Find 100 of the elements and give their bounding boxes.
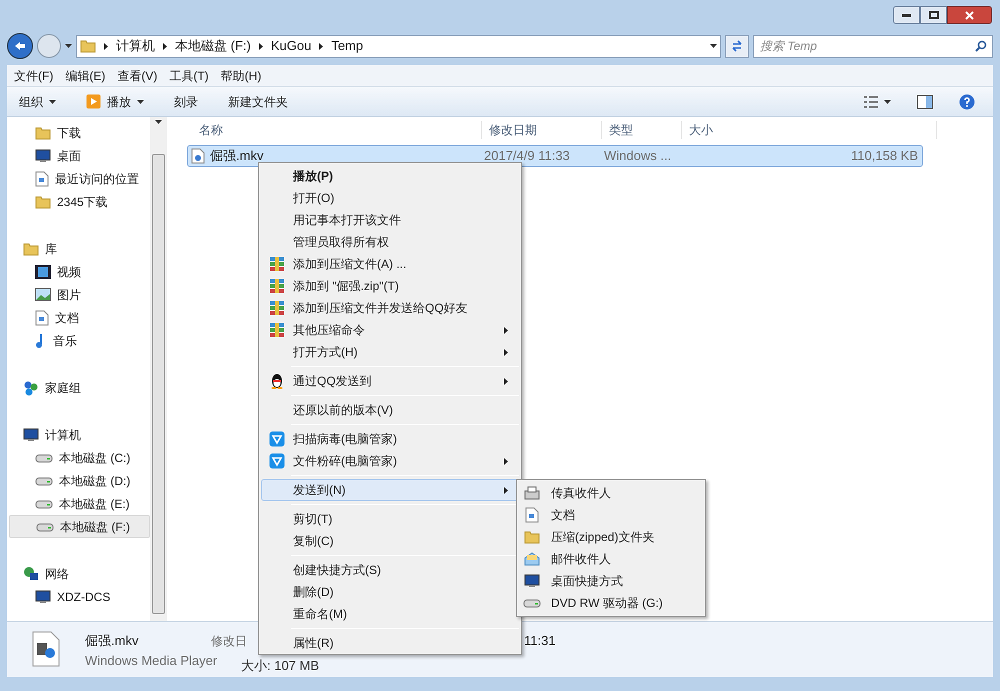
submenu-item[interactable]: DVD RW 驱动器 (G:) <box>517 592 705 614</box>
toolbar-button[interactable]: 刻录 <box>174 92 198 110</box>
shield-icon <box>269 453 285 469</box>
archive-icon <box>269 300 285 316</box>
context-menu-item[interactable]: 删除(D) <box>261 581 519 603</box>
back-button[interactable] <box>7 33 33 59</box>
sidebar-section-header[interactable]: 网络 <box>19 562 150 585</box>
document-icon <box>35 310 49 326</box>
submenu-arrow-icon <box>504 486 508 494</box>
context-menu-item[interactable]: 打开方式(H) <box>261 341 519 363</box>
scrollbar[interactable] <box>150 117 167 621</box>
refresh-button[interactable] <box>725 34 749 58</box>
network-icon <box>23 566 39 582</box>
sidebar-item[interactable]: XDZ-DCS <box>9 585 150 608</box>
sidebar-item[interactable]: 最近访问的位置 <box>9 167 150 190</box>
breadcrumb-arrow-icon <box>104 42 108 50</box>
context-menu-item[interactable]: 扫描病毒(电脑管家) <box>261 428 519 450</box>
submenu-item[interactable]: 邮件收件人 <box>517 548 705 570</box>
submenu-item[interactable]: 桌面快捷方式 <box>517 570 705 592</box>
context-menu-item[interactable]: 其他压缩命令 <box>261 319 519 341</box>
sidebar-item[interactable]: 图片 <box>9 283 150 306</box>
table-cell-text: 2017/4/9 11:33 <box>483 147 571 166</box>
search-field[interactable]: 搜索 Temp <box>753 34 993 58</box>
maximize-button[interactable] <box>920 6 947 24</box>
context-menu-item[interactable]: 还原以前的版本(V) <box>261 399 519 421</box>
sidebar-section-header[interactable]: 计算机 <box>19 423 150 446</box>
sidebar-item[interactable]: 本地磁盘 (C:) <box>9 446 150 469</box>
context-menu-item[interactable]: 用记事本打开该文件 <box>261 209 519 231</box>
submenu-item[interactable]: 压缩(zipped)文件夹 <box>517 526 705 548</box>
folder-icon <box>80 38 96 54</box>
help-icon[interactable] <box>959 94 975 110</box>
search-icon <box>975 40 987 52</box>
column-header[interactable]: 修改日期 <box>482 121 602 139</box>
submenu-arrow-icon <box>504 348 508 356</box>
sidebar-item[interactable]: 本地磁盘 (E:) <box>9 492 150 515</box>
context-menu-item[interactable]: 文件粉碎(电脑管家) <box>261 450 519 472</box>
menu-item[interactable]: 工具(T) <box>164 66 214 84</box>
column-header[interactable]: 名称 <box>192 121 482 139</box>
sidebar-item[interactable]: 本地磁盘 (D:) <box>9 469 150 492</box>
sidebar-item[interactable]: 桌面 <box>9 144 150 167</box>
breadcrumb[interactable]: KuGou <box>270 36 312 56</box>
sidebar-section-header[interactable]: 家庭组 <box>19 376 150 399</box>
refresh-icon <box>731 40 743 52</box>
submenu-arrow-icon <box>504 326 508 334</box>
context-menu-item[interactable]: 添加到 "倔强.zip"(T) <box>261 275 519 297</box>
breadcrumb-arrow-icon <box>258 42 263 50</box>
file-row[interactable]: 倔强.mkv 2017/4/9 11:33 Windows ... 110,158 KB <box>187 145 923 167</box>
context-menu-item[interactable]: 添加到压缩文件并发送给QQ好友 <box>261 297 519 319</box>
context-menu-item[interactable]: 重命名(M) <box>261 603 519 625</box>
sidebar-section-header[interactable]: 库 <box>19 237 150 260</box>
toolbar-button[interactable]: 新建文件夹 <box>228 92 288 110</box>
submenu-item[interactable]: 传真收件人 <box>517 482 705 504</box>
context-menu-item[interactable]: 复制(C) <box>261 530 519 552</box>
view-options-icon[interactable] <box>864 96 878 108</box>
breadcrumb[interactable]: 本地磁盘 (F:) <box>175 36 251 56</box>
file-name: 倔强.mkv <box>210 147 264 166</box>
address-bar[interactable]: 计算机 本地磁盘 (F:) KuGou Temp <box>76 34 721 58</box>
context-menu-item[interactable]: 添加到压缩文件(A) ... <box>261 253 519 275</box>
context-menu-item[interactable]: 打开(O) <box>261 187 519 209</box>
context-menu-item[interactable]: 发送到(N) <box>261 479 519 501</box>
sidebar-item[interactable]: 音乐 <box>9 329 150 352</box>
archive-icon <box>269 322 285 338</box>
toolbar-button[interactable]: 组织 <box>19 92 56 110</box>
menu-item[interactable]: 文件(F) <box>9 66 58 84</box>
menu-item[interactable]: 编辑(E) <box>60 66 110 84</box>
minimize-button[interactable] <box>893 6 920 24</box>
sidebar-item[interactable]: 文档 <box>9 306 150 329</box>
context-menu-item[interactable]: 创建快捷方式(S) <box>261 559 519 581</box>
table-cell-text: 110,158 KB <box>850 147 919 166</box>
shield-icon <box>269 431 285 447</box>
caret-icon <box>49 100 56 104</box>
column-header[interactable]: 类型 <box>602 121 682 139</box>
breadcrumb[interactable]: Temp <box>331 36 364 56</box>
sidebar-item[interactable]: 下载 <box>9 121 150 144</box>
sidebar-item[interactable]: 本地磁盘 (F:) <box>9 515 150 538</box>
mail-icon <box>524 552 540 566</box>
menu-item[interactable]: 查看(V) <box>112 66 162 84</box>
breadcrumb[interactable]: 计算机 <box>116 36 155 56</box>
archive-icon <box>269 256 285 272</box>
context-menu-item[interactable]: 属性(R) <box>261 632 519 654</box>
film-icon <box>35 264 51 278</box>
media-file-icon <box>191 148 205 164</box>
context-menu-item[interactable]: 剪切(T) <box>261 508 519 530</box>
sidebar-item[interactable]: 视频 <box>9 260 150 283</box>
media-file-icon <box>31 631 61 667</box>
column-header[interactable]: 大小 <box>682 121 937 139</box>
close-button[interactable] <box>947 6 992 24</box>
context-menu-item[interactable]: 播放(P) <box>261 165 519 187</box>
context-menu-item[interactable]: 管理员取得所有权 <box>261 231 519 253</box>
document-icon <box>35 170 49 186</box>
sidebar-item[interactable]: 2345下载 <box>9 190 150 213</box>
monitor-icon <box>35 590 51 604</box>
dropdown-caret-icon <box>710 44 717 48</box>
details-size: 大小: 107 MB <box>241 658 320 674</box>
details-app-name: Windows Media Player <box>85 652 215 670</box>
preview-pane-icon[interactable] <box>917 94 933 108</box>
menu-item[interactable]: 帮助(H) <box>216 66 266 84</box>
submenu-item[interactable]: 文档 <box>517 504 705 526</box>
context-menu-item[interactable]: 通过QQ发送到 <box>261 370 519 392</box>
toolbar-button[interactable]: 播放 <box>86 92 144 110</box>
